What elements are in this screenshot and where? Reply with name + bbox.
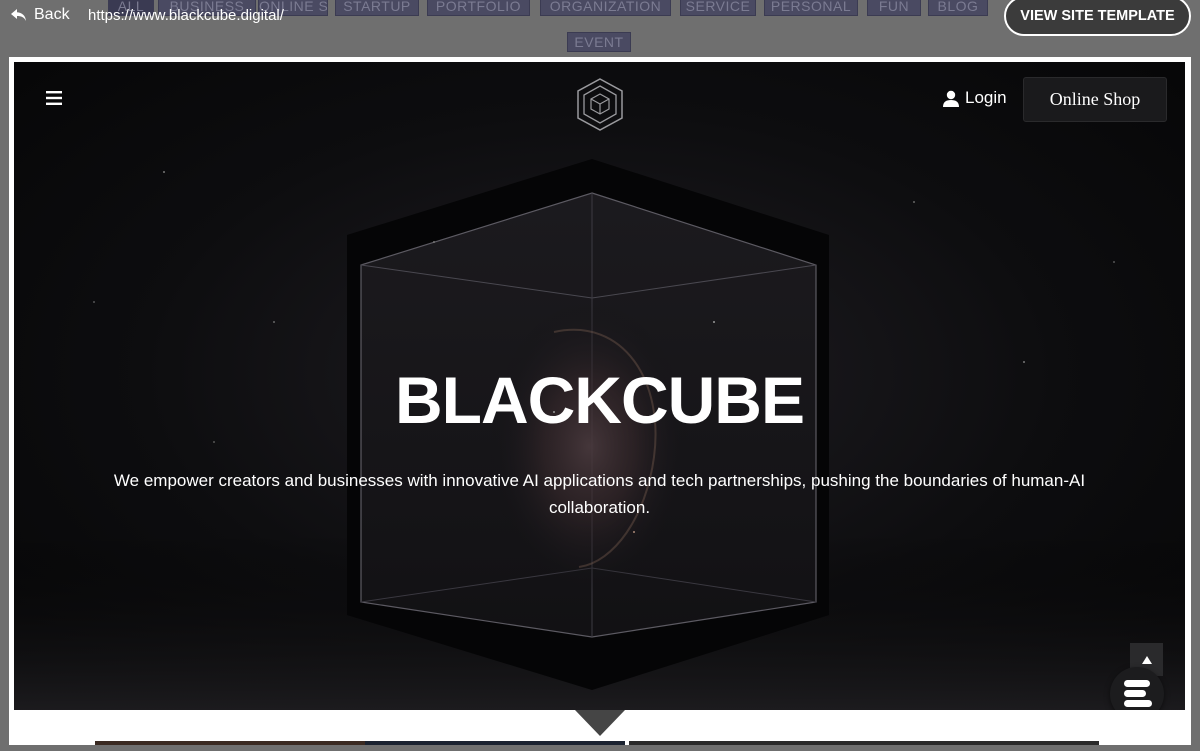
filter-event[interactable]: EVENT	[567, 32, 631, 52]
view-site-template-button[interactable]: VIEW SITE TEMPLATE	[1004, 0, 1191, 36]
preview-pointer-icon	[575, 710, 625, 736]
user-icon	[943, 90, 959, 107]
back-link[interactable]: Back	[10, 6, 70, 24]
filter-startup[interactable]: STARTUP	[335, 0, 419, 16]
chat-widget-icon	[1124, 680, 1152, 707]
filter-portfolio[interactable]: PORTFOLIO	[427, 0, 530, 16]
template-preview-toolbar: ALL BUSINESS ONLINE STORE STARTUP PORTFO…	[0, 0, 1200, 56]
filter-personal[interactable]: PERSONAL	[764, 0, 858, 16]
login-label: Login	[965, 88, 1007, 107]
back-label: Back	[34, 6, 70, 23]
site-preview-frame: Login Online Shop BLACKCUBE We empower c…	[9, 57, 1191, 745]
filter-service[interactable]: SERVICE	[680, 0, 756, 16]
next-section-strip	[9, 741, 1191, 745]
login-link[interactable]: Login	[943, 88, 1007, 108]
hero-title: BLACKCUBE	[395, 363, 805, 437]
filter-fun[interactable]: FUN	[867, 0, 921, 16]
online-shop-button[interactable]: Online Shop	[1023, 77, 1167, 122]
filter-organization[interactable]: ORGANIZATION	[540, 0, 671, 16]
hero-subtitle: We empower creators and businesses with …	[113, 471, 1086, 517]
site-url: https://www.blackcube.digital/	[88, 7, 284, 24]
filter-blog[interactable]: BLOG	[928, 0, 988, 16]
chat-widget-button[interactable]	[1110, 667, 1164, 710]
hamburger-menu-icon[interactable]	[46, 91, 62, 110]
undo-arrow-icon	[11, 9, 26, 21]
cube-logo-icon[interactable]	[575, 77, 625, 137]
hero-section: Login Online Shop BLACKCUBE We empower c…	[14, 62, 1185, 710]
arrow-up-icon	[1141, 655, 1152, 664]
